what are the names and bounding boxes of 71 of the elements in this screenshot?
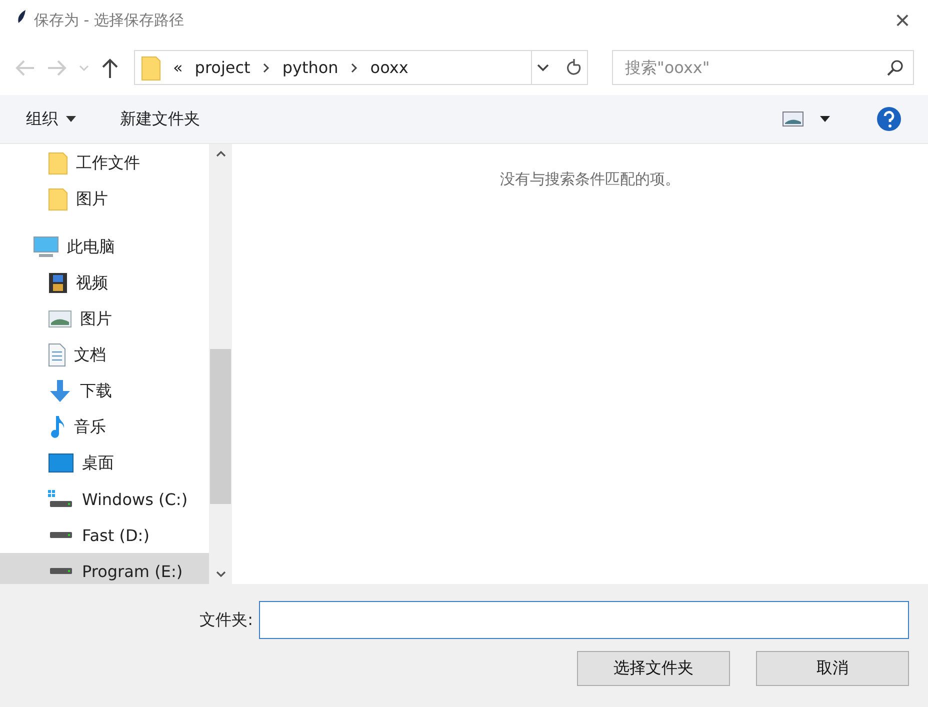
drive-icon	[48, 530, 74, 540]
sidebar-item-label: 桌面	[82, 452, 114, 474]
scrollbar-thumb[interactable]	[210, 349, 231, 504]
sidebar-item-label: 下载	[80, 380, 112, 402]
sidebar-item[interactable]: 桌面	[0, 445, 209, 481]
sidebar-item-label: Fast (D:)	[82, 526, 150, 544]
close-button[interactable]: ×	[890, 4, 914, 36]
sidebar-item-label: 图片	[76, 188, 108, 210]
music-note-icon	[48, 415, 66, 439]
sidebar-item-label: 工作文件	[76, 152, 140, 174]
chevron-right-icon	[262, 62, 270, 72]
address-bar[interactable]: « project python ooxx	[134, 50, 588, 85]
help-icon	[876, 106, 902, 132]
folder-icon	[48, 151, 68, 175]
sidebar-item[interactable]: Windows (C:)	[0, 481, 209, 517]
film-icon	[48, 272, 68, 294]
sidebar-item-label: 文档	[74, 344, 106, 366]
sidebar-item[interactable]: 音乐	[0, 409, 209, 445]
sidebar-item[interactable]: 图片	[0, 301, 209, 337]
sidebar-item-label: 此电脑	[67, 236, 115, 258]
sidebar-item-label: Windows (C:)	[82, 490, 188, 508]
folder-icon	[48, 187, 68, 211]
organize-menu[interactable]: 组织	[26, 108, 76, 130]
folder-icon	[141, 54, 161, 80]
down-arrow-icon	[48, 379, 72, 403]
document-icon	[48, 343, 66, 367]
breadcrumb-overflow[interactable]: «	[173, 58, 183, 77]
chevron-down-icon	[78, 64, 90, 72]
breadcrumb[interactable]: ooxx	[370, 58, 408, 77]
system-drive-icon	[48, 489, 74, 509]
sidebar-item[interactable]: 文档	[0, 337, 209, 373]
sidebar-item[interactable]: 此电脑	[0, 229, 209, 265]
up-button[interactable]	[100, 56, 120, 78]
scrollbar[interactable]	[209, 144, 232, 584]
search-icon	[886, 58, 904, 76]
new-folder-button[interactable]: 新建文件夹	[120, 108, 200, 130]
chevron-down-icon	[536, 62, 550, 72]
desktop-icon	[48, 453, 74, 473]
sidebar-item[interactable]: Fast (D:)	[0, 517, 209, 553]
scroll-up-icon	[214, 150, 226, 158]
caret-down-icon	[66, 116, 76, 122]
chevron-right-icon	[350, 62, 358, 72]
select-folder-button[interactable]: 选择文件夹	[577, 651, 730, 686]
sidebar-item[interactable]: 工作文件	[0, 145, 209, 181]
window-title: 保存为 - 选择保存路径	[34, 10, 185, 30]
up-arrow-icon	[100, 56, 120, 78]
drive-icon	[48, 566, 74, 576]
view-picture-icon	[782, 111, 832, 127]
folder-input[interactable]	[259, 601, 909, 639]
breadcrumb[interactable]: python	[282, 58, 338, 77]
sidebar-item[interactable]: 视频	[0, 265, 209, 301]
cancel-button[interactable]: 取消	[756, 651, 909, 686]
sidebar-item[interactable]: 下载	[0, 373, 209, 409]
scroll-down-icon	[214, 570, 226, 578]
back-arrow-icon	[14, 58, 36, 78]
sidebar-item[interactable]: 图片	[0, 181, 209, 217]
sidebar-item[interactable]: Program (E:)	[0, 553, 209, 584]
monitor-icon	[33, 236, 59, 258]
help-button[interactable]	[876, 106, 902, 132]
sidebar-item-label: 图片	[80, 308, 112, 330]
sidebar-item-label: 视频	[76, 272, 108, 294]
refresh-icon	[565, 58, 583, 78]
forward-arrow-icon	[46, 58, 68, 78]
sidebar-item-label: Program (E:)	[82, 562, 183, 580]
empty-message: 没有与搜索条件匹配的项。	[500, 170, 680, 190]
breadcrumb[interactable]: project	[194, 58, 250, 77]
search-field[interactable]: 搜索"ooxx"	[612, 50, 914, 85]
picture-icon	[48, 310, 72, 328]
view-button[interactable]	[782, 111, 832, 127]
folder-label: 文件夹:	[200, 610, 253, 630]
sidebar-item-label: 音乐	[74, 416, 106, 438]
